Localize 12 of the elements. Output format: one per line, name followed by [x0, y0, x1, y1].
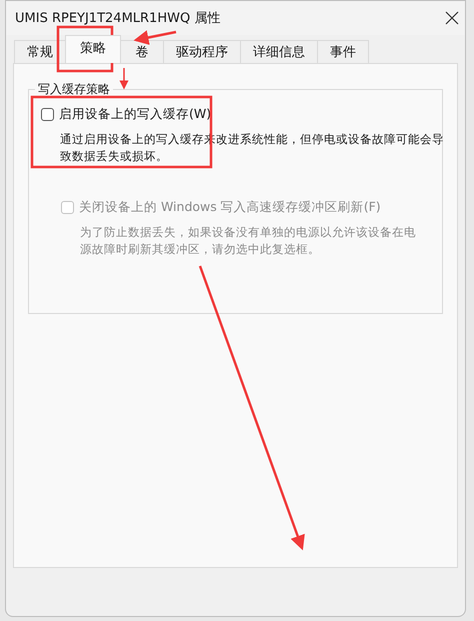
tab[interactable]: 策略	[65, 35, 121, 63]
tab[interactable]: 常规	[14, 40, 66, 63]
annotation-arrow	[120, 68, 128, 90]
highlight-box	[56, 26, 114, 72]
tab[interactable]: 事件	[317, 40, 369, 63]
close-icon[interactable]	[445, 11, 459, 25]
option-description: 为了防止数据丢失，如果设备没有单独的电源以允许该设备在电源故障时刷新其缓冲区，请勿选中此复选框。	[80, 224, 417, 258]
window-title: UMIS RPEYJ1T24MLR1HWQ 属性	[15, 10, 220, 27]
checkbox[interactable]	[41, 108, 54, 121]
annotation-arrow	[134, 30, 176, 45]
checkbox-label: 启用设备上的写入缓存(W)	[59, 106, 212, 123]
checkbox-label: 关闭设备上的 Windows 写入高速缓存缓冲区刷新(F)	[79, 199, 381, 216]
